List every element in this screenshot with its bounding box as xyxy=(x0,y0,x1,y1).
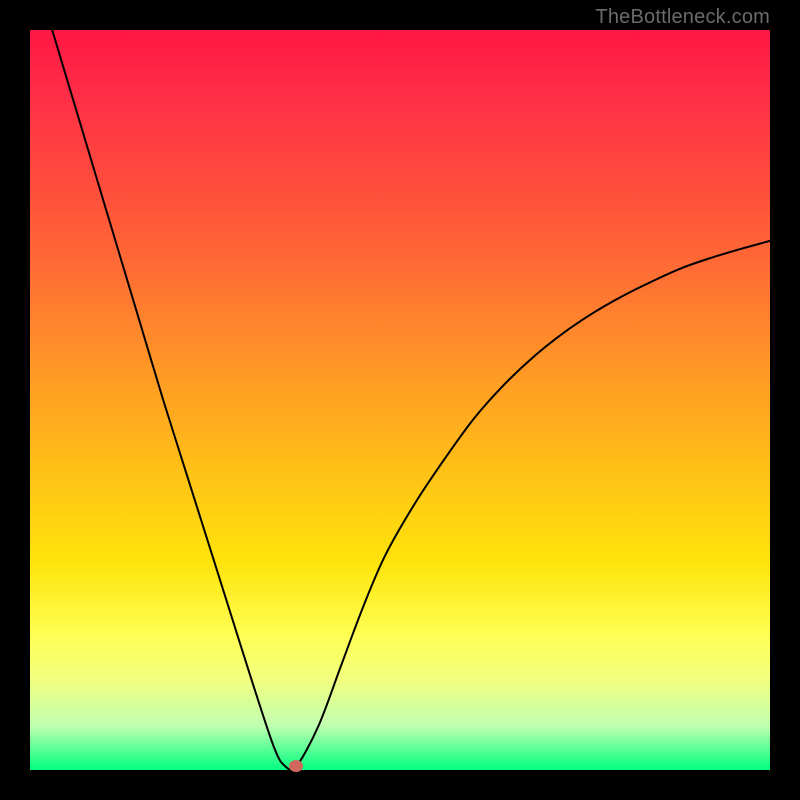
chart-frame: TheBottleneck.com xyxy=(0,0,800,800)
plot-area xyxy=(30,30,770,770)
optimum-marker xyxy=(289,760,303,772)
attribution-label: TheBottleneck.com xyxy=(595,6,770,29)
bottleneck-curve xyxy=(52,30,770,770)
curve-svg xyxy=(30,30,770,770)
